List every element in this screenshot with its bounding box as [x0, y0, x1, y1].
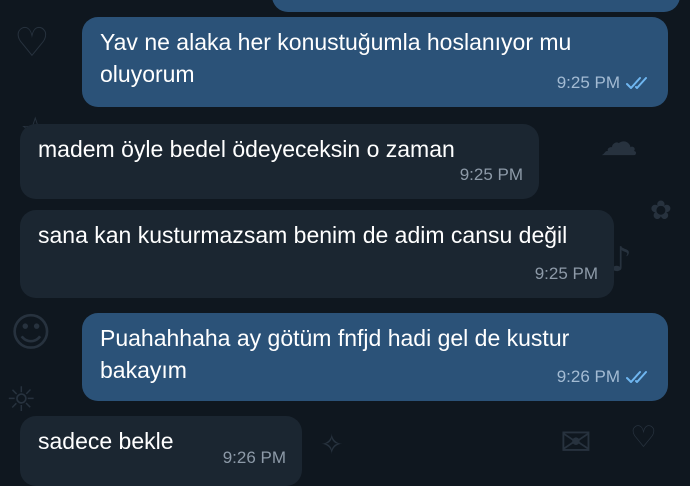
message-meta: 9:25 PM — [557, 67, 652, 99]
star-doodle-icon: ✧ — [320, 428, 344, 461]
outgoing-message[interactable]: Puahahhaha ay götüm fnfjd hadi gel de ku… — [82, 313, 668, 401]
incoming-message[interactable]: madem öyle bedel ödeyeceksin o zaman 9:2… — [20, 124, 539, 199]
message-time: 9:25 PM — [459, 165, 523, 184]
message-meta: 9:26 PM — [557, 361, 652, 393]
message-time: 9:26 PM — [556, 367, 620, 386]
message-meta: 9:25 PM — [460, 159, 523, 191]
paw-doodle-icon: ✿ — [650, 196, 672, 226]
incoming-message[interactable]: sadece bekle 9:26 PM — [20, 416, 302, 486]
message-time: 9:25 PM — [556, 73, 620, 92]
heart-doodle-icon: ♡ — [630, 420, 657, 455]
sun-doodle-icon: ☼ — [6, 380, 37, 420]
outgoing-message[interactable]: Yav ne alaka her konustuğumla hoslanıyor… — [82, 17, 668, 107]
message-text-content: sana kan kusturmazsam benim de adim cans… — [38, 222, 568, 248]
envelope-doodle-icon: ✉ — [560, 420, 592, 464]
message-time: 9:25 PM — [534, 264, 598, 283]
smile-doodle-icon: ☺ — [10, 310, 52, 356]
incoming-message[interactable]: sana kan kusturmazsam benim de adim cans… — [20, 210, 614, 298]
message-text: sana kan kusturmazsam benim de adim cans… — [38, 219, 596, 251]
previous-message-bubble[interactable] — [272, 0, 680, 12]
cloud-doodle-icon: ☁ — [600, 120, 638, 164]
double-check-icon — [626, 77, 647, 89]
message-text: madem öyle bedel ödeyeceksin o zaman — [38, 136, 455, 162]
double-check-icon — [626, 371, 647, 383]
message-meta: 9:25 PM — [535, 258, 598, 290]
message-time: 9:26 PM — [222, 448, 286, 467]
message-meta: 9:26 PM — [223, 442, 286, 474]
heart-doodle-icon: ♡ — [14, 20, 50, 66]
